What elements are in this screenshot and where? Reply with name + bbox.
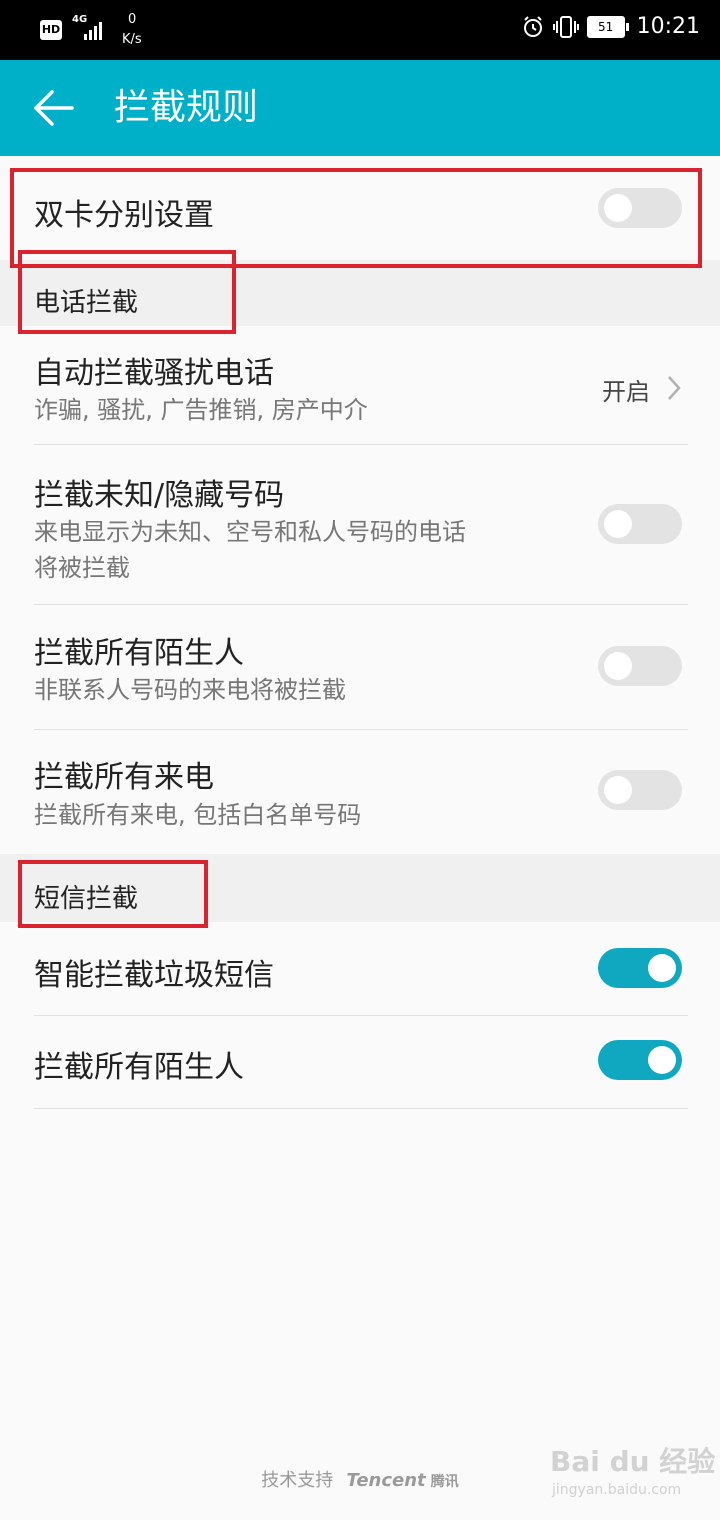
highlight-box bbox=[18, 860, 208, 928]
divider bbox=[34, 444, 688, 445]
block-strangers-toggle[interactable] bbox=[598, 646, 682, 686]
battery-level: 51 bbox=[586, 15, 625, 38]
battery-icon: 51 bbox=[586, 15, 629, 38]
watermark-url: jingyan.baidu.com bbox=[552, 1482, 682, 1498]
sms-block-strangers-toggle[interactable] bbox=[598, 1040, 682, 1080]
sms-block-strangers-title: 拦截所有陌生人 bbox=[34, 1050, 244, 1085]
signal-icon bbox=[84, 22, 102, 40]
sms-settings-list: 智能拦截垃圾短信 拦截所有陌生人 bbox=[0, 922, 720, 1112]
tencent-logo: Tencent bbox=[346, 1470, 426, 1491]
divider bbox=[34, 1108, 688, 1109]
block-strangers-title: 拦截所有陌生人 bbox=[34, 636, 244, 671]
highlight-box bbox=[18, 250, 236, 334]
vibrate-icon bbox=[552, 15, 579, 38]
auto-block-title: 自动拦截骚扰电话 bbox=[34, 356, 274, 391]
watermark-text: Bai du 经验 bbox=[550, 1445, 716, 1478]
block-all-calls-subtitle: 拦截所有来电, 包括白名单号码 bbox=[34, 801, 362, 829]
block-unknown-subtitle-line2: 将被拦截 bbox=[34, 554, 130, 582]
phone-settings-list: 自动拦截骚扰电话 诈骗, 骚扰, 广告推销, 房产中介 开启 拦截未知/隐藏号码… bbox=[0, 326, 720, 854]
footer-prefix: 技术支持 bbox=[261, 1470, 334, 1491]
divider bbox=[34, 604, 688, 605]
page-title: 拦截规则 bbox=[114, 87, 259, 128]
net-speed-unit: K/s bbox=[122, 32, 142, 47]
block-strangers-subtitle: 非联系人号码的来电将被拦截 bbox=[34, 676, 346, 704]
auto-block-value[interactable]: 开启 bbox=[602, 372, 650, 407]
status-bar: HD 4G 0 K/s 51 10:21 bbox=[0, 0, 720, 60]
block-all-calls-title: 拦截所有来电 bbox=[34, 760, 214, 795]
auto-block-subtitle: 诈骗, 骚扰, 广告推销, 房产中介 bbox=[34, 396, 368, 424]
smart-spam-title: 智能拦截垃圾短信 bbox=[34, 958, 274, 993]
back-arrow-icon[interactable] bbox=[32, 88, 76, 128]
smart-spam-toggle[interactable] bbox=[598, 948, 682, 988]
net-speed-value: 0 bbox=[128, 12, 137, 27]
divider bbox=[34, 729, 688, 730]
tencent-logo-cn: 腾讯 bbox=[430, 1474, 459, 1490]
divider bbox=[34, 1015, 688, 1016]
hd-badge: HD bbox=[40, 20, 62, 40]
app-bar: 拦截规则 bbox=[0, 60, 720, 156]
chevron-right-icon[interactable] bbox=[666, 374, 682, 402]
block-unknown-subtitle-line1: 来电显示为未知、空号和私人号码的电话 bbox=[34, 518, 466, 546]
block-unknown-title: 拦截未知/隐藏号码 bbox=[34, 478, 285, 513]
block-unknown-toggle[interactable] bbox=[598, 504, 682, 544]
baidu-watermark: Bai du 经验 jingyan.baidu.com bbox=[550, 1440, 716, 1498]
alarm-icon bbox=[523, 15, 542, 37]
block-all-calls-toggle[interactable] bbox=[598, 770, 682, 810]
clock: 10:21 bbox=[636, 14, 700, 39]
